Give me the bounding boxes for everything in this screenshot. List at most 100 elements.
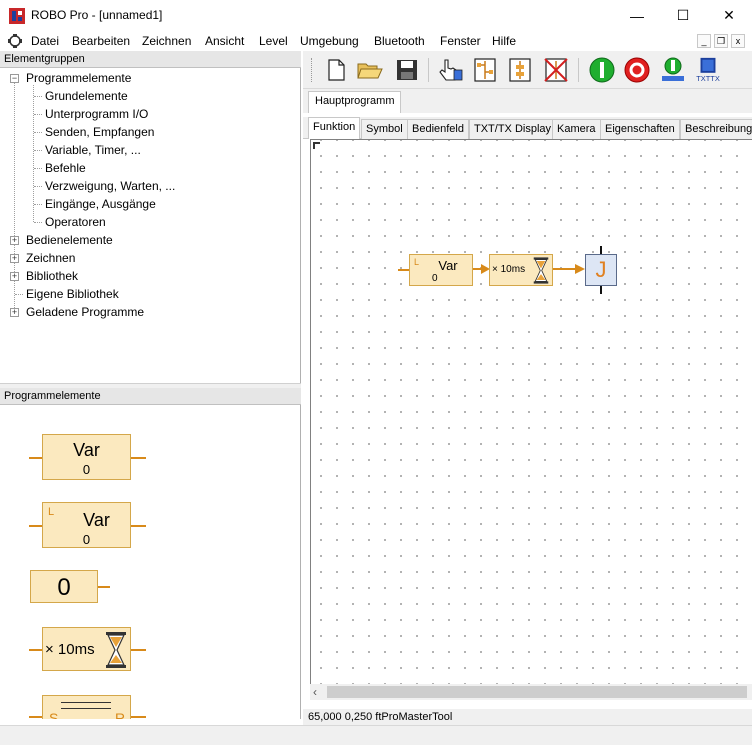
download-icon — [662, 57, 684, 81]
menu-bluetooth[interactable]: Bluetooth — [374, 34, 425, 48]
maximize-button[interactable]: ☐ — [660, 0, 706, 31]
palette-timer-block[interactable]: × 10ms — [42, 627, 131, 671]
canvas-join-block[interactable]: J — [585, 254, 617, 286]
new-file-button[interactable] — [322, 56, 350, 84]
horizontal-scrollbar[interactable]: ‹ — [310, 684, 752, 700]
element-groups-header: Elementgruppen — [0, 51, 301, 68]
menu-hilfe[interactable]: Hilfe — [492, 34, 516, 48]
tree-item-programmelemente[interactable]: Programmelemente — [26, 71, 131, 85]
txt-controller-label: TXTTX — [696, 74, 720, 83]
start-icon — [589, 57, 615, 83]
menu-fenster[interactable]: Fenster — [440, 34, 481, 48]
menu-zeichnen[interactable]: Zeichnen — [142, 34, 191, 48]
var-title: Var — [438, 258, 458, 273]
menu-ansicht[interactable]: Ansicht — [205, 34, 244, 48]
tree-connector — [34, 222, 42, 223]
timer-label: × 10ms — [492, 264, 526, 275]
palette-wire-stub — [131, 457, 146, 459]
tree-item-operatoren[interactable]: Operatoren — [45, 215, 106, 229]
mdi-document-icon[interactable] — [7, 33, 23, 49]
tree-item-senden-empfangen[interactable]: Senden, Empfangen — [45, 125, 154, 139]
scroll-left-icon[interactable]: ‹ — [313, 685, 317, 699]
scrollbar-thumb[interactable] — [327, 686, 747, 698]
canvas-wire-stub — [398, 269, 409, 271]
palette-wire-stub — [131, 716, 146, 718]
stop-button[interactable] — [623, 56, 651, 84]
tree-item-eigene-bibliothek[interactable]: Eigene Bibliothek — [26, 287, 119, 301]
expand-toggle[interactable]: + — [10, 254, 19, 263]
title-bar: ROBO Pro - [unnamed1] — ☐ ✕ — [0, 0, 752, 31]
var-title: Var — [73, 440, 100, 460]
join-bottom-port — [600, 286, 602, 294]
palette-wire-stub — [29, 525, 42, 527]
element-palette: Var 0 L Var 0 0 × 10ms S R — [0, 405, 301, 719]
palette-constant-block[interactable]: 0 — [30, 570, 98, 603]
tree-item-zeichnen[interactable]: Zeichnen — [26, 251, 75, 265]
tree-connector — [34, 204, 42, 205]
tree-item-geladene-programme[interactable]: Geladene Programme — [26, 305, 144, 319]
tree-item-variable-timer[interactable]: Variable, Timer, ... — [45, 143, 141, 157]
tree-item-eingaenge-ausgaenge[interactable]: Eingänge, Ausgänge — [45, 197, 156, 211]
palette-var-block[interactable]: Var 0 — [42, 434, 131, 480]
toolbar-separator — [428, 58, 429, 82]
local-prefix: L — [414, 257, 420, 267]
open-folder-icon — [357, 63, 383, 79]
tree-item-befehle[interactable]: Befehle — [45, 161, 86, 175]
join-top-port — [600, 246, 602, 254]
new-subprogram-button[interactable] — [471, 56, 499, 84]
expand-toggle[interactable]: + — [10, 308, 19, 317]
tab-kamera[interactable]: Kamera — [552, 119, 601, 139]
tab-hauptprogramm[interactable]: Hauptprogramm — [308, 91, 402, 113]
mdi-minimize-button[interactable]: _ — [697, 34, 711, 48]
var-value: 0 — [432, 273, 438, 284]
tree-item-unterprogramm-io[interactable]: Unterprogramm I/O — [45, 107, 148, 121]
menu-umgebung[interactable]: Umgebung — [300, 34, 359, 48]
palette-flipflop-block[interactable]: S R — [42, 695, 131, 719]
tree-item-bibliothek[interactable]: Bibliothek — [26, 269, 78, 283]
hourglass-icon — [105, 632, 127, 671]
txt-controller-button[interactable]: TXTTX — [694, 56, 722, 84]
canvas-timer-block[interactable]: × 10ms — [489, 254, 553, 286]
expand-toggle[interactable]: + — [10, 236, 19, 245]
menu-bearbeiten[interactable]: Bearbeiten — [72, 34, 130, 48]
tab-bedienfeld[interactable]: Bedienfeld — [407, 119, 469, 139]
timer-label: × 10ms — [45, 641, 95, 658]
mdi-restore-button[interactable]: ❐ — [714, 34, 728, 48]
floppy-disk-icon — [397, 60, 417, 80]
tab-beschreibung[interactable]: Beschreibung — [680, 119, 752, 139]
tree-item-verzweigung[interactable]: Verzweigung, Warten, ... — [45, 179, 175, 193]
flipflop-s-label: S — [49, 710, 59, 719]
palette-wire-stub — [131, 525, 146, 527]
palette-wire-stub — [29, 649, 42, 651]
canvas-var-block[interactable]: L Var 0 — [409, 254, 473, 286]
palette-local-var-block[interactable]: L Var 0 — [42, 502, 131, 548]
toolbar-separator — [578, 58, 579, 82]
tree-item-bedienelemente[interactable]: Bedienelemente — [26, 233, 113, 247]
minimize-button[interactable]: — — [614, 0, 660, 31]
program-canvas[interactable]: L Var 0 × 10ms J — [310, 139, 752, 684]
palette-wire-stub — [29, 457, 42, 459]
tab-symbol[interactable]: Symbol — [361, 119, 408, 139]
new-file-icon — [328, 59, 345, 81]
tab-eigenschaften[interactable]: Eigenschaften — [600, 119, 680, 139]
tree-item-grundelemente[interactable]: Grundelemente — [45, 89, 128, 103]
menu-datei[interactable]: Datei — [31, 34, 59, 48]
flipflop-r-label: R — [115, 710, 126, 719]
delete-subprogram-button[interactable] — [542, 56, 570, 84]
open-file-button[interactable] — [356, 56, 384, 84]
copy-subprogram-button[interactable] — [506, 56, 534, 84]
subprogram-copy-icon — [509, 58, 531, 82]
expand-toggle[interactable]: + — [10, 272, 19, 281]
close-button[interactable]: ✕ — [706, 0, 752, 31]
tree-connector — [34, 132, 42, 133]
mdi-close-button[interactable]: x — [731, 34, 745, 48]
join-label: J — [595, 257, 607, 282]
start-online-button[interactable] — [588, 56, 616, 84]
menu-level[interactable]: Level — [259, 34, 288, 48]
download-button[interactable] — [659, 56, 687, 84]
tab-txt-display[interactable]: TXT/TX Display — [469, 119, 557, 139]
save-button[interactable] — [393, 56, 421, 84]
tab-funktion[interactable]: Funktion — [308, 117, 361, 139]
collapse-toggle[interactable]: − — [10, 74, 19, 83]
pointer-tool-button[interactable] — [436, 56, 464, 84]
